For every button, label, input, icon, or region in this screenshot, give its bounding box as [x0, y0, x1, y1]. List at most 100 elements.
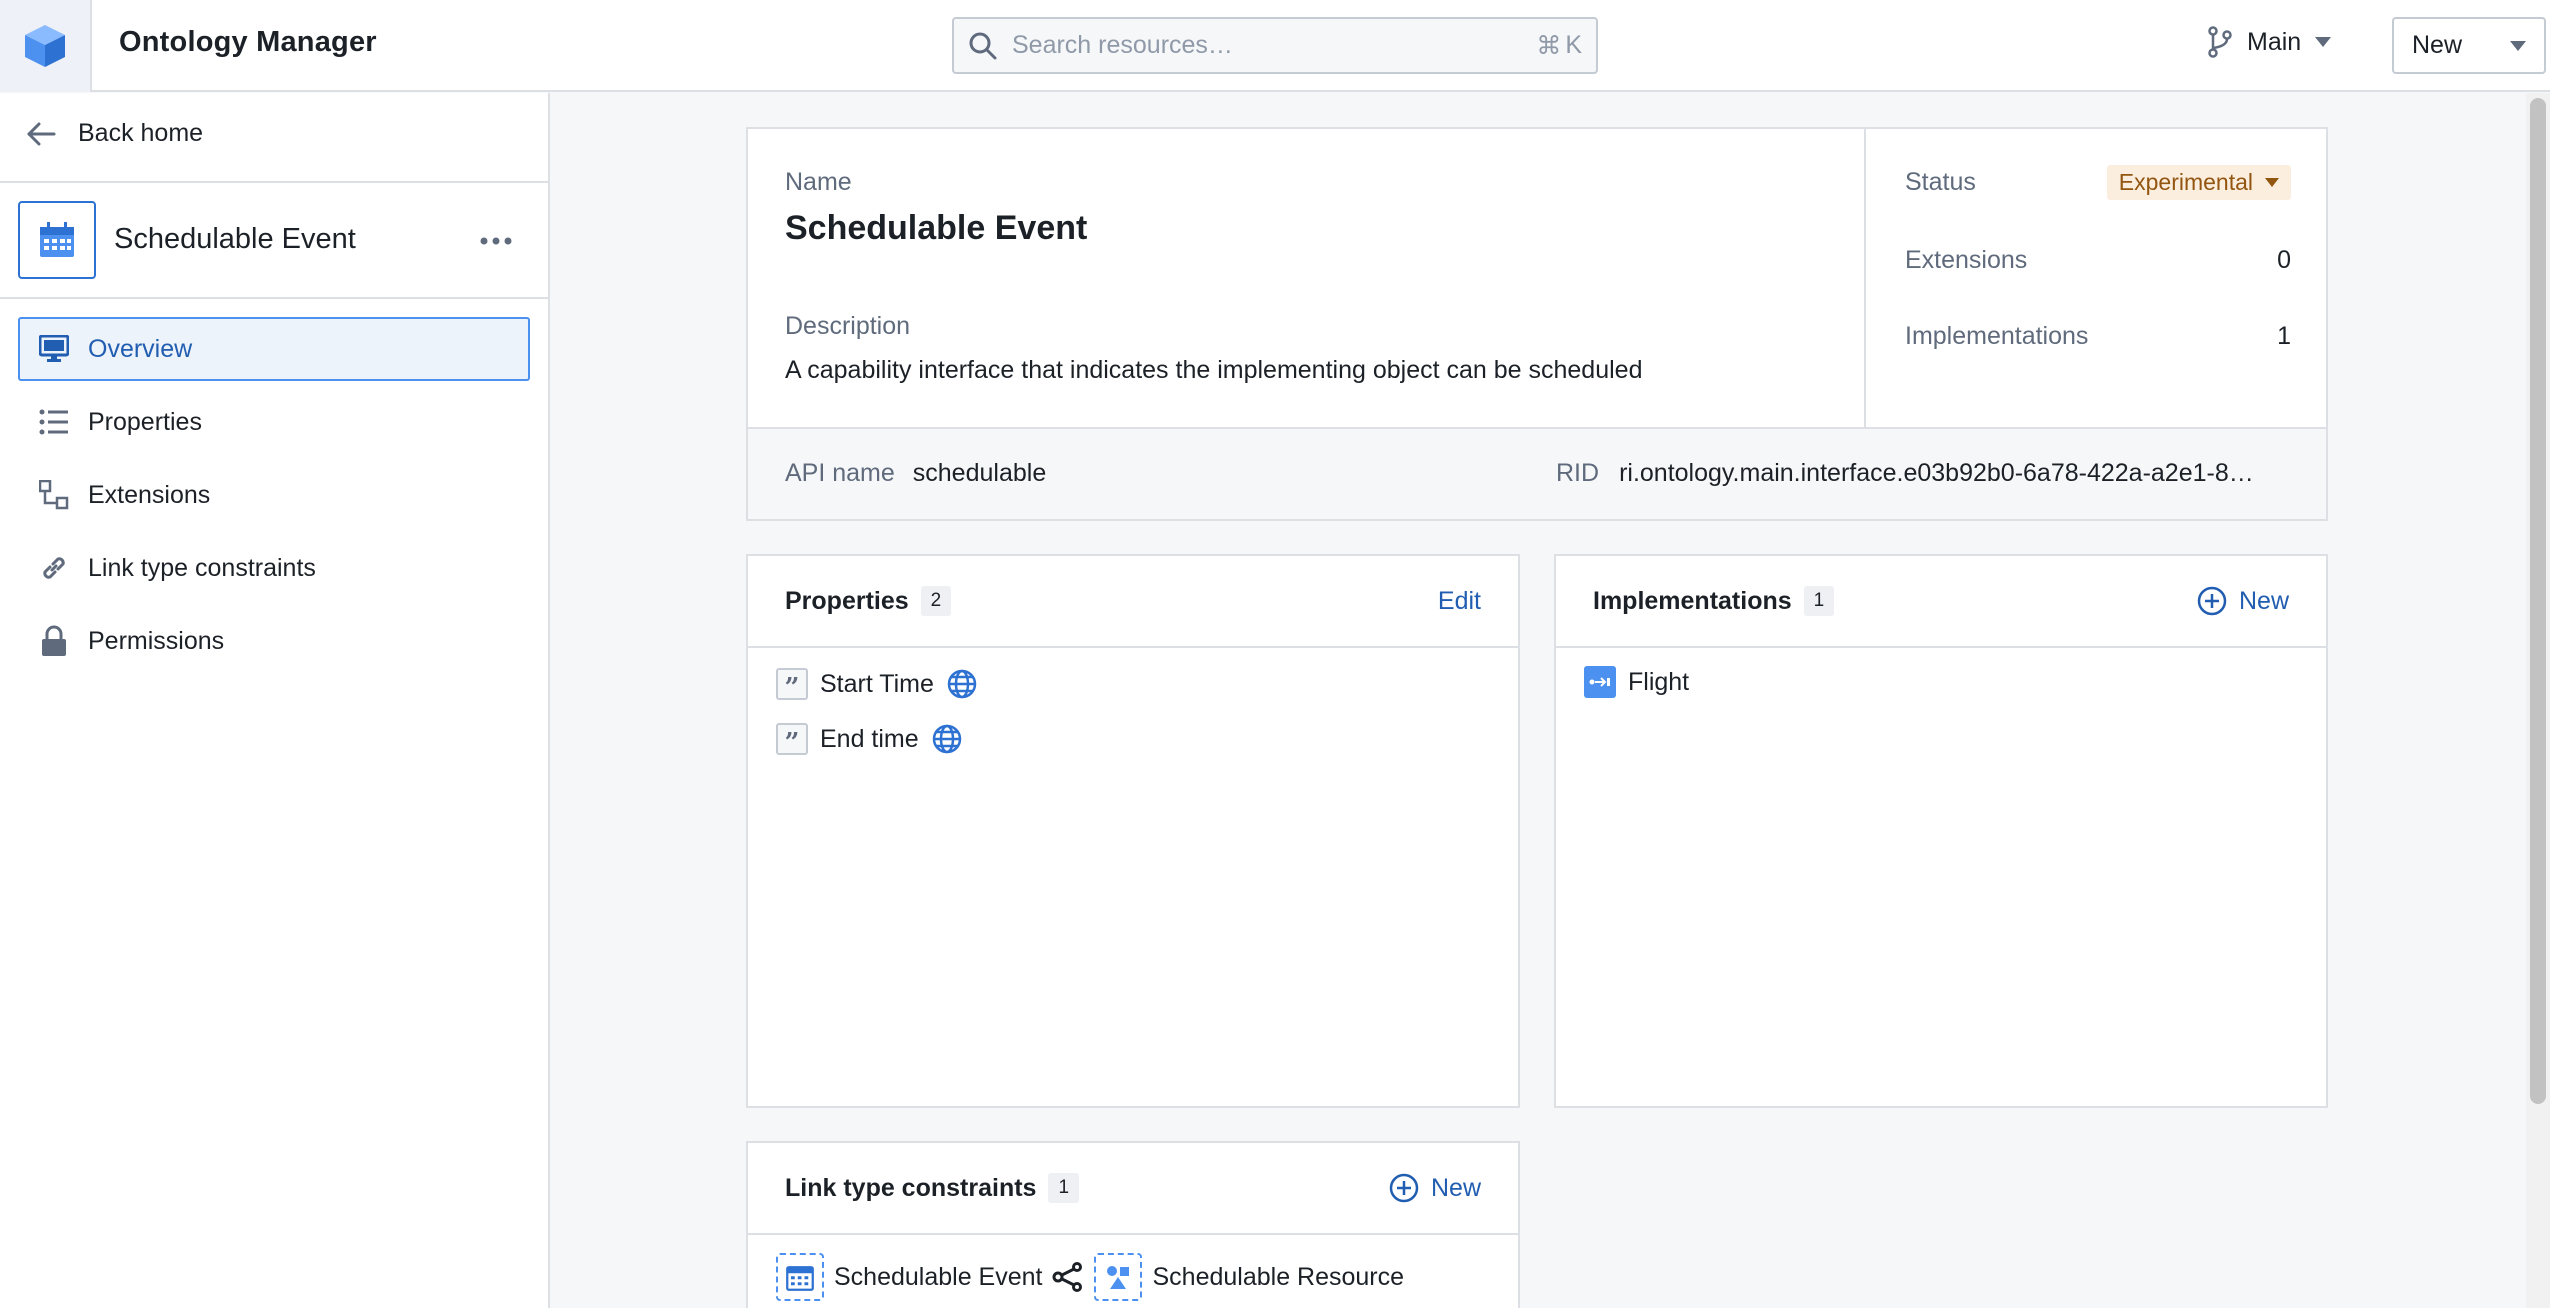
api-name-label: API name [785, 459, 895, 487]
calendar-icon [18, 201, 96, 279]
new-label: New [1430, 1173, 1481, 1202]
link-constraint-item[interactable]: Schedulable Event Schedulable Resource [776, 1253, 1404, 1301]
status-dropdown[interactable]: Experimental [2106, 165, 2291, 200]
desktop-icon [38, 333, 70, 365]
implementations-count-badge: 1 [1803, 586, 1835, 616]
sidebar-item-label: Properties [88, 407, 202, 436]
sidebar-item-properties[interactable]: Properties [18, 390, 530, 454]
implementations-panel-header: Implementations 1 New [1556, 556, 2326, 648]
link-source-name: Schedulable Event [834, 1262, 1043, 1291]
link-panel-title: Link type constraints [785, 1173, 1037, 1202]
caret-down-icon [2510, 40, 2526, 51]
implementations-label: Implementations [1905, 322, 2089, 350]
status-row: Status Experimental [1905, 165, 2291, 200]
share-link-icon [1052, 1262, 1083, 1292]
sidebar-item-link-type-constraints[interactable]: Link type constraints [18, 536, 530, 600]
app-title: Ontology Manager [119, 26, 377, 58]
scrollbar-thumb[interactable] [2530, 98, 2546, 1104]
more-options-icon[interactable] [474, 223, 518, 259]
api-info-bar: API name schedulable RID ri.ontology.mai… [748, 427, 2326, 519]
status-value: Experimental [2118, 169, 2253, 195]
implementation-item[interactable]: Flight [1584, 666, 1689, 698]
new-link-constraint-button[interactable]: New [1389, 1173, 1481, 1203]
new-label: New [2238, 586, 2289, 615]
extensions-icon [38, 479, 70, 511]
status-label: Status [1905, 168, 1976, 196]
link-icon [38, 552, 70, 584]
extensions-label: Extensions [1905, 246, 2028, 274]
add-circle-icon [1389, 1173, 1419, 1203]
flight-icon [1584, 666, 1616, 698]
quote-icon: ” [776, 723, 808, 756]
extensions-row: Extensions 0 [1905, 246, 2291, 275]
caret-down-icon [2315, 37, 2332, 47]
name-label: Name [785, 168, 852, 196]
properties-panel: Properties 2 Edit ” Start Time ” End tim… [746, 554, 1520, 1108]
link-count-badge: 1 [1048, 1173, 1080, 1203]
search-input[interactable]: Search resources… ⌘ K [952, 17, 1598, 74]
property-name: End time [820, 724, 919, 753]
branch-label: Main [2247, 27, 2302, 56]
property-item[interactable]: ” End time [776, 723, 963, 756]
properties-count-badge: 2 [920, 586, 952, 616]
edit-label: Edit [1437, 586, 1481, 615]
resource-icon [1094, 1253, 1143, 1301]
summary-main: Name Schedulable Event Description A cap… [748, 129, 1866, 427]
new-button[interactable]: New [2392, 17, 2546, 74]
rid-field: RID ri.ontology.main.interface.e03b92b0-… [1556, 459, 2254, 488]
implementations-panel: Implementations 1 New Flight [1554, 554, 2328, 1108]
entity-name: Schedulable Event [114, 223, 356, 255]
calendar-icon [776, 1253, 824, 1301]
sidebar-item-label: Extensions [88, 480, 211, 509]
properties-panel-header: Properties 2 Edit [748, 556, 1518, 648]
sidebar: Back home Schedulable Event Overview Pro… [0, 93, 550, 1308]
branch-selector[interactable]: Main [2207, 26, 2332, 58]
rid-value[interactable]: ri.ontology.main.interface.e03b92b0-6a78… [1619, 459, 2254, 488]
arrow-left-icon [27, 122, 56, 145]
link-panel-header: Link type constraints 1 New [748, 1143, 1518, 1235]
rid-label: RID [1556, 459, 1600, 487]
globe-icon [947, 669, 977, 699]
property-item[interactable]: ” Start Time [776, 668, 978, 701]
interface-name[interactable]: Schedulable Event [785, 209, 1087, 248]
back-home-label: Back home [78, 119, 204, 147]
description-label: Description [785, 312, 911, 340]
caret-down-icon [2265, 178, 2279, 187]
back-home-link[interactable]: Back home [26, 119, 203, 148]
sidebar-item-permissions[interactable]: Permissions [18, 609, 530, 673]
edit-properties-button[interactable]: Edit [1438, 587, 1481, 616]
new-implementation-button[interactable]: New [2197, 586, 2289, 616]
property-name: Start Time [820, 669, 934, 698]
search-shortcut-key: K [1565, 31, 1582, 59]
api-name-value[interactable]: schedulable [913, 459, 1046, 488]
command-icon: ⌘ [1536, 31, 1562, 60]
sidebar-item-label: Overview [88, 334, 193, 363]
app-logo-icon[interactable] [0, 0, 92, 92]
extensions-count: 0 [2277, 246, 2291, 274]
sidebar-nav: Overview Properties Extensions Link type… [18, 317, 530, 682]
sidebar-item-overview[interactable]: Overview [18, 317, 530, 381]
sidebar-item-label: Link type constraints [88, 553, 316, 582]
quote-icon: ” [776, 668, 808, 701]
list-icon [38, 406, 70, 438]
add-circle-icon [2197, 586, 2227, 616]
interface-description[interactable]: A capability interface that indicates th… [785, 356, 1642, 385]
top-bar: Ontology Manager Search resources… ⌘ K M… [0, 0, 2550, 92]
search-shortcut: ⌘ K [1536, 31, 1582, 61]
sidebar-item-extensions[interactable]: Extensions [18, 463, 530, 527]
new-button-label: New [2412, 31, 2463, 59]
sidebar-item-label: Permissions [88, 626, 225, 655]
search-icon [969, 32, 997, 59]
implementation-name: Flight [1628, 667, 1690, 696]
properties-panel-title: Properties [785, 586, 909, 615]
api-name-field: API name schedulable [785, 459, 1046, 488]
lock-icon [38, 625, 70, 657]
globe-icon [932, 724, 961, 754]
interface-summary-card: Name Schedulable Event Description A cap… [746, 127, 2328, 521]
implementations-row: Implementations 1 [1905, 322, 2291, 351]
divider [0, 181, 548, 183]
branch-icon [2208, 26, 2232, 58]
link-type-constraints-panel: Link type constraints 1 New Schedulable … [746, 1141, 1520, 1308]
implementations-count: 1 [2277, 322, 2291, 350]
search-placeholder: Search resources… [1012, 31, 1233, 59]
